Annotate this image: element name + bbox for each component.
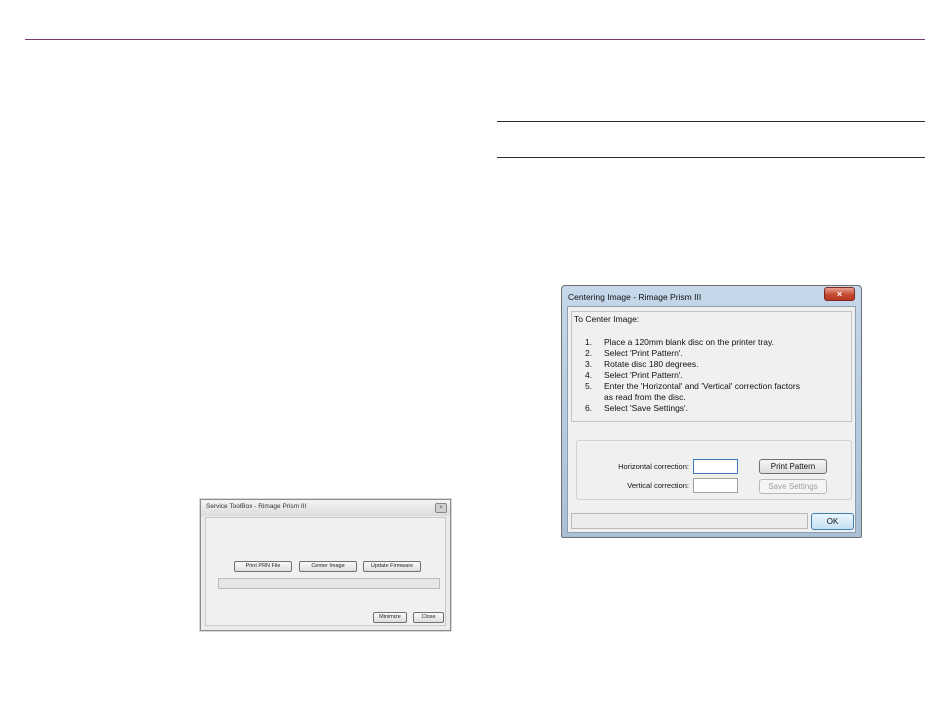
centering-image-window: Centering Image - Rimage Prism III × To … — [561, 285, 862, 538]
service-toolbox-client: Print PRN File Center Image Update Firmw… — [205, 517, 446, 626]
center-image-button[interactable]: Center Image — [299, 561, 357, 572]
service-toolbox-progress-bar — [218, 578, 440, 589]
horizontal-correction-label: Horizontal correction: — [618, 462, 689, 471]
minimize-button[interactable]: Minimize — [373, 612, 407, 623]
instruction-step: 4. Select 'Print Pattern'. — [585, 370, 683, 380]
vertical-correction-input[interactable] — [693, 478, 738, 493]
service-toolbox-close-icon[interactable]: × — [435, 503, 447, 513]
section-divider-upper — [497, 121, 925, 122]
instruction-steps: 1. Place a 120mm blank disc on the printe… — [572, 337, 800, 414]
instruction-step: 2. Select 'Print Pattern'. — [585, 348, 683, 358]
save-settings-button[interactable]: Save Settings — [759, 479, 827, 494]
instructions-heading: To Center Image: — [574, 314, 640, 324]
service-toolbox-titlebar[interactable]: Service ToolBox - Rimage Prism III × — [201, 500, 450, 516]
correction-fields-group: Horizontal correction: Vertical correcti… — [576, 440, 852, 500]
service-toolbox-window: Service ToolBox - Rimage Prism III × Pri… — [200, 499, 451, 631]
window-close-icon[interactable]: × — [824, 287, 855, 301]
vertical-correction-label: Vertical correction: — [627, 481, 689, 490]
instruction-step: 1. Place a 120mm blank disc on the printe… — [585, 337, 774, 347]
instructions-group: To Center Image: 1. Place a 120mm blank d… — [571, 311, 852, 422]
instruction-step: 5. Enter the 'Horizontal' and 'Vertical' … — [585, 381, 800, 402]
centering-image-client: To Center Image: 1. Place a 120mm blank d… — [567, 306, 856, 533]
instruction-step: 3. Rotate disc 180 degrees. — [585, 359, 699, 369]
print-prn-file-button[interactable]: Print PRN File — [234, 561, 292, 572]
ok-button[interactable]: OK — [811, 513, 854, 530]
horizontal-correction-input[interactable] — [693, 459, 738, 474]
status-bar — [571, 513, 808, 529]
close-button[interactable]: Close — [413, 612, 444, 623]
header-divider — [25, 39, 925, 40]
instruction-step: 6. Select 'Save Settings'. — [585, 403, 689, 413]
update-firmware-button[interactable]: Update Firmware — [363, 561, 421, 572]
section-divider-lower — [497, 157, 925, 158]
print-pattern-button[interactable]: Print Pattern — [759, 459, 827, 474]
service-toolbox-title: Service ToolBox - Rimage Prism III — [206, 503, 307, 510]
centering-image-title: Centering Image - Rimage Prism III — [568, 292, 702, 302]
